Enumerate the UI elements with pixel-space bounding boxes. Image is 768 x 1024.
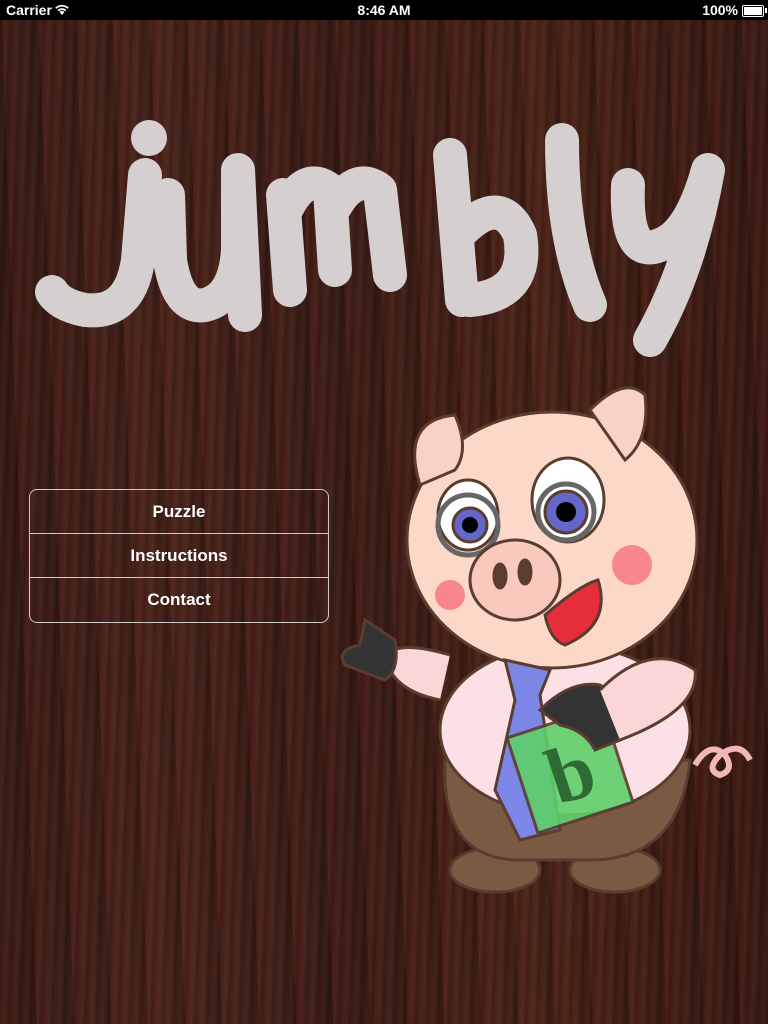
battery-icon <box>742 5 767 17</box>
menu-item-instructions[interactable]: Instructions <box>30 534 328 578</box>
main-menu: Puzzle Instructions Contact <box>29 489 329 623</box>
pig-mascot-illustration: b <box>340 386 753 894</box>
status-bar: Carrier 8:46 AM 100% <box>0 0 768 20</box>
jumbly-logo <box>35 120 725 357</box>
status-time: 8:46 AM <box>357 2 411 18</box>
menu-item-contact[interactable]: Contact <box>30 578 328 622</box>
battery-percent: 100% <box>702 2 738 18</box>
logo-dot <box>131 120 167 156</box>
menu-item-puzzle[interactable]: Puzzle <box>30 490 328 534</box>
